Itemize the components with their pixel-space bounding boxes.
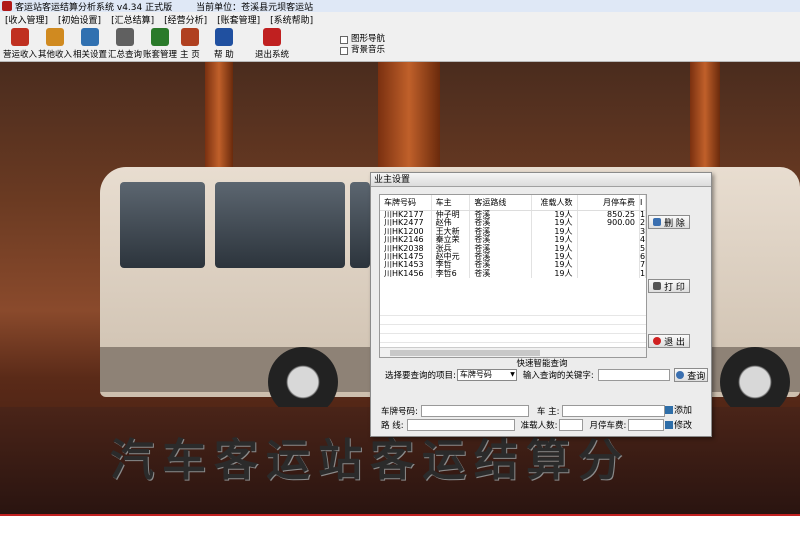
related-settings-button[interactable]: 相关设置	[73, 28, 107, 60]
bus-window	[120, 182, 205, 268]
printer-icon	[653, 282, 662, 290]
column-header[interactable]: 车牌号码	[380, 195, 432, 210]
cell-fee	[578, 261, 641, 270]
owner-input[interactable]	[562, 405, 666, 417]
query-keyword-label: 输入查询的关键字:	[522, 371, 594, 381]
menu-help[interactable]: [系统帮助]	[265, 13, 318, 26]
bus-window	[350, 182, 370, 268]
delete-button[interactable]: 删 除	[648, 215, 690, 229]
search-icon	[676, 371, 685, 379]
add-icon	[665, 405, 673, 414]
delete-icon	[653, 218, 662, 226]
cell-fee	[578, 269, 641, 279]
query-button[interactable]: 查询	[673, 368, 708, 382]
menu-analysis[interactable]: [经营分析]	[159, 13, 212, 26]
query-field-select[interactable]: 车牌号码	[456, 369, 517, 381]
cell-fee: 900.00	[578, 218, 641, 228]
cell-owner: 李哲6	[432, 269, 471, 279]
cash-register-icon	[11, 28, 29, 46]
operating-income-button[interactable]: 营运收入	[3, 28, 37, 60]
cell-fee	[578, 227, 641, 237]
column-header[interactable]: 准载人数	[532, 195, 578, 210]
table-header: 车牌号码 车主 客运路线 准载人数 月停车费 I	[380, 195, 646, 211]
column-header[interactable]: 车主	[432, 195, 471, 210]
query-field-label: 选择要查询的项目:	[385, 371, 456, 381]
capacity-input[interactable]	[559, 419, 584, 431]
cell-fee	[578, 236, 641, 245]
graphic-nav-checkbox[interactable]: 图形导航	[340, 34, 385, 45]
quick-query-row: 选择要查询的项目: 车牌号码 输入查询的关键字: 查询	[385, 368, 708, 382]
help-icon	[214, 28, 233, 46]
column-header[interactable]: 客运路线	[470, 195, 532, 210]
plate-label: 车牌号码:	[381, 407, 418, 417]
ledger-icon	[151, 28, 169, 46]
exit-system-button[interactable]: 退出系统	[255, 28, 289, 60]
route-label: 路 线:	[381, 421, 404, 431]
menu-summary[interactable]: [汇总结算]	[106, 13, 159, 26]
account-set-button[interactable]: 账套管理	[143, 28, 177, 60]
exit-icon	[263, 28, 281, 46]
summary-query-button[interactable]: 汇总查询	[108, 28, 142, 60]
owner-table[interactable]: 车牌号码 车主 客运路线 准载人数 月停车费 I 川HK2177 仲子明 苍溪 …	[379, 194, 647, 358]
cell-fee	[578, 252, 641, 262]
empty-rows	[380, 307, 646, 345]
edit-button[interactable]: 修改	[665, 418, 693, 431]
coins-icon	[46, 28, 64, 46]
print-button[interactable]: 打 印	[648, 279, 690, 293]
column-header[interactable]: I	[640, 195, 646, 210]
plate-input[interactable]	[420, 405, 529, 417]
close-icon	[653, 337, 662, 345]
route-input[interactable]	[406, 419, 515, 431]
dialog-title: 业主设置	[371, 173, 711, 187]
menu-income[interactable]: [收入管理]	[0, 13, 53, 26]
menu-account-set[interactable]: [账套管理]	[212, 13, 265, 26]
exit-button[interactable]: 退 出	[648, 334, 690, 348]
home-icon	[180, 28, 199, 46]
fee-label: 月停车费:	[589, 421, 627, 431]
owner-settings-dialog: 业主设置 车牌号码 车主 客运路线 准载人数 月停车费 I 川HK2177 仲子…	[370, 172, 712, 437]
settings-icon	[81, 28, 99, 46]
capacity-label: 准载人数:	[520, 421, 558, 431]
cell-fee	[578, 244, 641, 253]
form-row-1: 车牌号码: 车 主:	[381, 405, 666, 417]
fee-input[interactable]	[628, 419, 665, 431]
column-header[interactable]: 月停车费	[578, 195, 641, 210]
menu-bar: [收入管理] [初始设置] [汇总结算] [经营分析] [账套管理] [系统帮助…	[0, 12, 800, 26]
query-keyword-input[interactable]	[597, 369, 670, 381]
current-unit-label: 当前单位：苍溪县元坝客运站	[196, 2, 314, 13]
checkbox-box[interactable]	[340, 46, 348, 55]
toolbar-options: 图形导航 背景音乐	[340, 34, 385, 56]
owner-label: 车 主:	[536, 407, 560, 417]
background-music-checkbox[interactable]: 背景音乐	[340, 45, 385, 56]
edit-icon	[665, 420, 673, 429]
title-bar: 客运站客运结算分析系统 v4.34 正式版 当前单位：苍溪县元坝客运站	[0, 0, 800, 13]
form-row-2: 路 线: 准载人数: 月停车费:	[381, 419, 665, 431]
cell-capacity: 19人	[532, 269, 578, 279]
scrollbar-thumb[interactable]	[390, 350, 540, 356]
status-bar	[0, 514, 800, 533]
window-title: 客运站客运结算分析系统 v4.34 正式版	[15, 2, 173, 13]
app-icon	[2, 1, 12, 11]
menu-initial-settings[interactable]: [初始设置]	[53, 13, 106, 26]
cell-id: 1	[640, 268, 646, 279]
other-income-button[interactable]: 其他收入	[38, 28, 72, 60]
bus-window	[215, 182, 345, 268]
horizontal-scrollbar[interactable]	[380, 347, 646, 357]
table-row[interactable]: 川HK1456 李哲6 苍溪 19人 1	[380, 268, 646, 279]
cell-route: 苍溪	[470, 269, 532, 279]
checkbox-box[interactable]	[340, 35, 348, 44]
add-button[interactable]: 添加	[665, 403, 693, 416]
home-button[interactable]: 主 页	[180, 28, 200, 60]
cell-plate: 川HK1456	[380, 269, 432, 279]
query-icon	[116, 28, 134, 46]
help-button[interactable]: 帮 助	[214, 28, 234, 60]
toolbar: 营运收入 其他收入 相关设置 汇总查询 账套管理 主 页 帮 助 退出系统 图形…	[0, 26, 800, 62]
